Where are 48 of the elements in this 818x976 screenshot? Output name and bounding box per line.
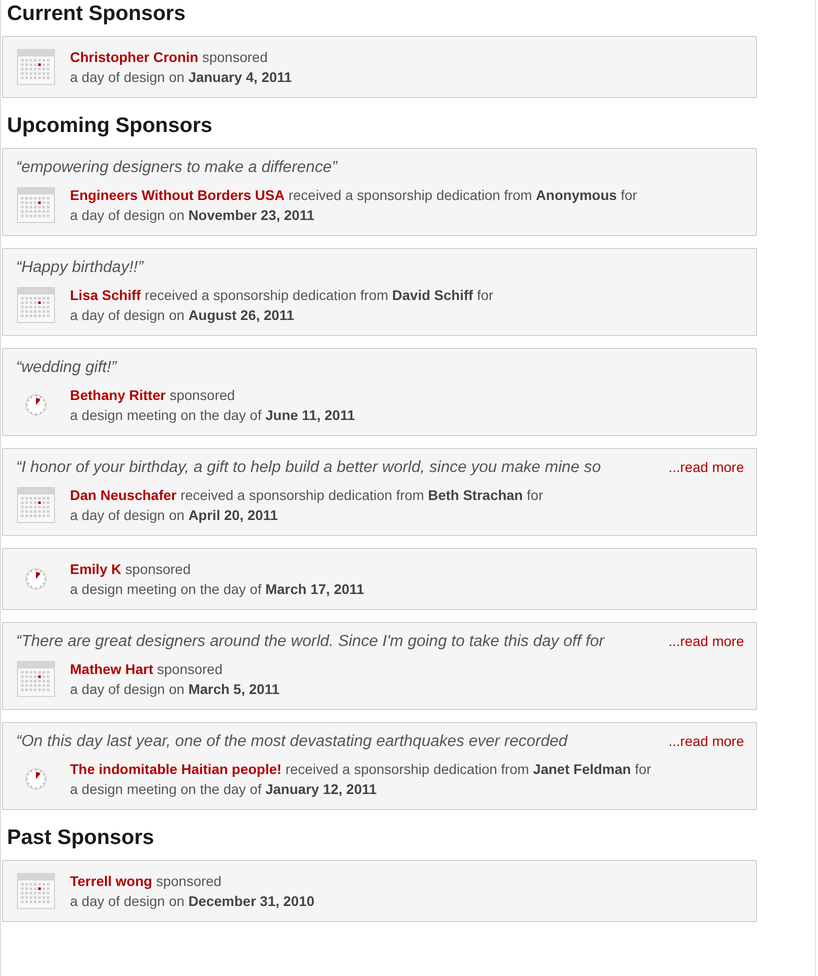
sponsored-date-line: a design meeting on the day of June 11, 2011 [70, 406, 355, 425]
calendar-icon [17, 873, 55, 909]
clock-icon [25, 394, 47, 416]
read-more-link[interactable]: ...read more [668, 733, 744, 749]
read-more-link[interactable]: ...read more [668, 633, 744, 649]
clock-icon [25, 768, 47, 790]
sponsor-line: Lisa Schiff received a sponsorship dedication from David Schiff for [70, 286, 494, 305]
calendar-icon [17, 49, 55, 85]
dedication-quote: “Happy birthday!!” [16, 259, 144, 277]
sponsored-date-line: a design meeting on the day of January 12, 2011 [70, 780, 378, 799]
sponsored-date-line: a day of design on November 23, 2011 [70, 206, 316, 225]
sponsor-name-link[interactable]: Lisa Schiff [70, 287, 141, 303]
sponsored-date-line: a day of design on August 26, 2011 [70, 306, 296, 325]
sponsor-line: Terrell wong sponsored [70, 872, 222, 891]
sponsored-date-line: a day of design on April 20, 2011 [70, 506, 279, 525]
section-heading: Current Sponsors [7, 2, 187, 26]
sponsor-name-link[interactable]: Bethany Ritter [70, 387, 166, 403]
section-heading: Upcoming Sponsors [7, 114, 214, 138]
sponsor-name-link[interactable]: The indomitable Haitian people! [70, 761, 282, 777]
sponsor-name-link[interactable]: Dan Neuschafer [70, 487, 177, 503]
calendar-icon [17, 287, 55, 323]
sponsor-line: Engineers Without Borders USA received a sponsorship dedication from Anonymous for [70, 186, 638, 205]
read-more-link[interactable]: ...read more [668, 459, 744, 475]
sponsor-line: Bethany Ritter sponsored [70, 386, 236, 405]
sponsor-line: Dan Neuschafer received a sponsorship dedication from Beth Strachan for [70, 486, 544, 505]
sponsored-date-line: a day of design on March 5, 2011 [70, 680, 280, 699]
calendar-icon [17, 487, 55, 523]
sponsor-name-link[interactable]: Engineers Without Borders USA [70, 187, 285, 203]
dedication-quote: “I honor of your birthday, a gift to help build a better world, since you make mine so [16, 459, 601, 477]
sponsored-date-line: a design meeting on the day of March 17, 2011 [70, 580, 364, 599]
dedication-quote: “empowering designers to make a difference” [16, 159, 338, 177]
sponsored-date-line: a day of design on January 4, 2011 [70, 68, 292, 87]
calendar-icon [17, 661, 55, 697]
sponsor-name-link[interactable]: Mathew Hart [70, 661, 154, 677]
sponsor-line: Mathew Hart sponsored [70, 660, 224, 679]
sponsor-line: Christopher Cronin sponsored [70, 48, 269, 67]
dedication-quote: “There are great designers around the world. Since I'm going to take this day off for [16, 633, 604, 651]
sponsor-name-link[interactable]: Emily K [70, 561, 122, 577]
dedication-quote: “wedding gift!” [16, 359, 116, 377]
sponsor-line: Emily K sponsored [70, 560, 192, 579]
sponsor-line: The indomitable Haitian people! received a sponsorship dedication from Janet Feldman for [70, 760, 652, 779]
dedication-quote: “On this day last year, one of the most devastating earthquakes ever recorded [16, 733, 568, 751]
sponsor-name-link[interactable]: Terrell wong [70, 873, 152, 889]
section-heading: Past Sponsors [7, 826, 156, 850]
calendar-icon [17, 187, 55, 223]
sponsor-name-link[interactable]: Christopher Cronin [70, 49, 198, 65]
sponsored-date-line: a day of design on December 31, 2010 [70, 892, 314, 911]
clock-icon [25, 568, 47, 590]
